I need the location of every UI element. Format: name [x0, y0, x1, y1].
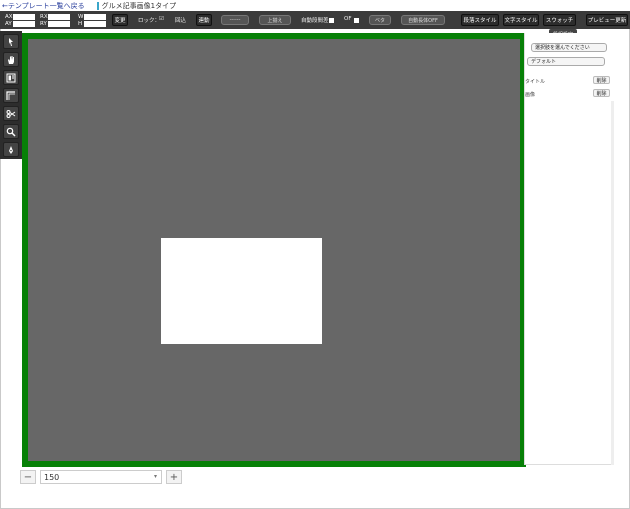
- zoom-in-button[interactable]: +: [166, 470, 182, 484]
- wrap-label[interactable]: 回込: [175, 16, 186, 24]
- zoom-value: 150: [44, 472, 60, 482]
- hand-icon[interactable]: [3, 52, 19, 67]
- ry-label: RY: [40, 21, 47, 27]
- align-select[interactable]: 上揃え: [259, 15, 291, 25]
- version-select[interactable]: 選択肢を選んでください: [531, 43, 607, 52]
- char-style-button[interactable]: 文字スタイル: [503, 14, 539, 26]
- h-input[interactable]: [84, 21, 106, 27]
- pen-icon[interactable]: [3, 142, 19, 157]
- delete-image-button[interactable]: 削除: [593, 89, 610, 97]
- zoom-icon[interactable]: [3, 124, 19, 139]
- item-label-title: タイトル: [525, 79, 546, 85]
- w-input[interactable]: [84, 14, 106, 20]
- lock-label: ロック：: [138, 18, 161, 24]
- paragraph-style-button[interactable]: 段落スタイル: [461, 14, 499, 26]
- auto-shrink-checkbox[interactable]: [329, 18, 334, 23]
- swatch-button[interactable]: スウォッチ: [543, 14, 576, 26]
- ax-label: AX: [5, 14, 13, 20]
- auto-shrink-label: 自動段間差: [301, 18, 329, 24]
- corner-frame-icon[interactable]: [3, 88, 19, 103]
- preset-select[interactable]: デフォルト: [527, 57, 605, 66]
- dash-select[interactable]: ------: [221, 15, 249, 25]
- zoom-bar: − 150 ▾ +: [20, 469, 182, 485]
- select-arrow-icon[interactable]: [3, 34, 19, 49]
- preview-update-button[interactable]: プレビュー更新: [586, 14, 628, 26]
- change-button[interactable]: 変更: [112, 14, 128, 26]
- zoom-level-input[interactable]: 150 ▾: [40, 470, 162, 484]
- chevron-down-icon[interactable]: ▾: [154, 473, 157, 480]
- w-label: W: [78, 14, 84, 20]
- design-canvas[interactable]: [22, 33, 526, 467]
- delete-title-button[interactable]: 削除: [593, 76, 610, 84]
- scissors-icon[interactable]: [3, 106, 19, 121]
- of-label: OF: [344, 16, 352, 22]
- solid-select[interactable]: ベタ: [369, 15, 391, 25]
- ay-label: AY: [5, 21, 12, 27]
- ax-input[interactable]: [13, 14, 35, 20]
- document-title: グルメ記事画像1タイプ: [101, 1, 177, 10]
- lock-checkbox[interactable]: ☑: [159, 16, 164, 22]
- rx-label: RX: [40, 14, 48, 20]
- title-marker: [96, 1, 99, 10]
- ry-input[interactable]: [48, 21, 70, 27]
- header-bar: ←テンプレート一覧へ戻る グルメ記事画像1タイプ: [0, 0, 630, 11]
- item-label-image: 画像: [525, 92, 536, 98]
- h-label: H: [78, 21, 83, 27]
- link-button[interactable]: 連動: [196, 14, 212, 26]
- rx-input[interactable]: [48, 14, 70, 20]
- ay-input[interactable]: [13, 21, 35, 27]
- panel-scrollbar[interactable]: [611, 101, 614, 465]
- tool-palette: [0, 31, 22, 159]
- main-toolbar: AX AY RX RY W H 変更 ロック： ☑ 回込 連動 ------ 上…: [0, 11, 630, 29]
- auto-length-select[interactable]: 自動長体OFF: [401, 15, 445, 25]
- image-frame[interactable]: [161, 238, 322, 344]
- frame-layout-icon[interactable]: [3, 70, 19, 85]
- zoom-out-button[interactable]: −: [20, 470, 36, 484]
- right-panel: 選択肢を選んでください デフォルト タイトル 削除 画像 削除: [524, 33, 614, 465]
- of-checkbox[interactable]: [354, 18, 359, 23]
- back-to-templates-link[interactable]: ←テンプレート一覧へ戻る: [0, 1, 85, 11]
